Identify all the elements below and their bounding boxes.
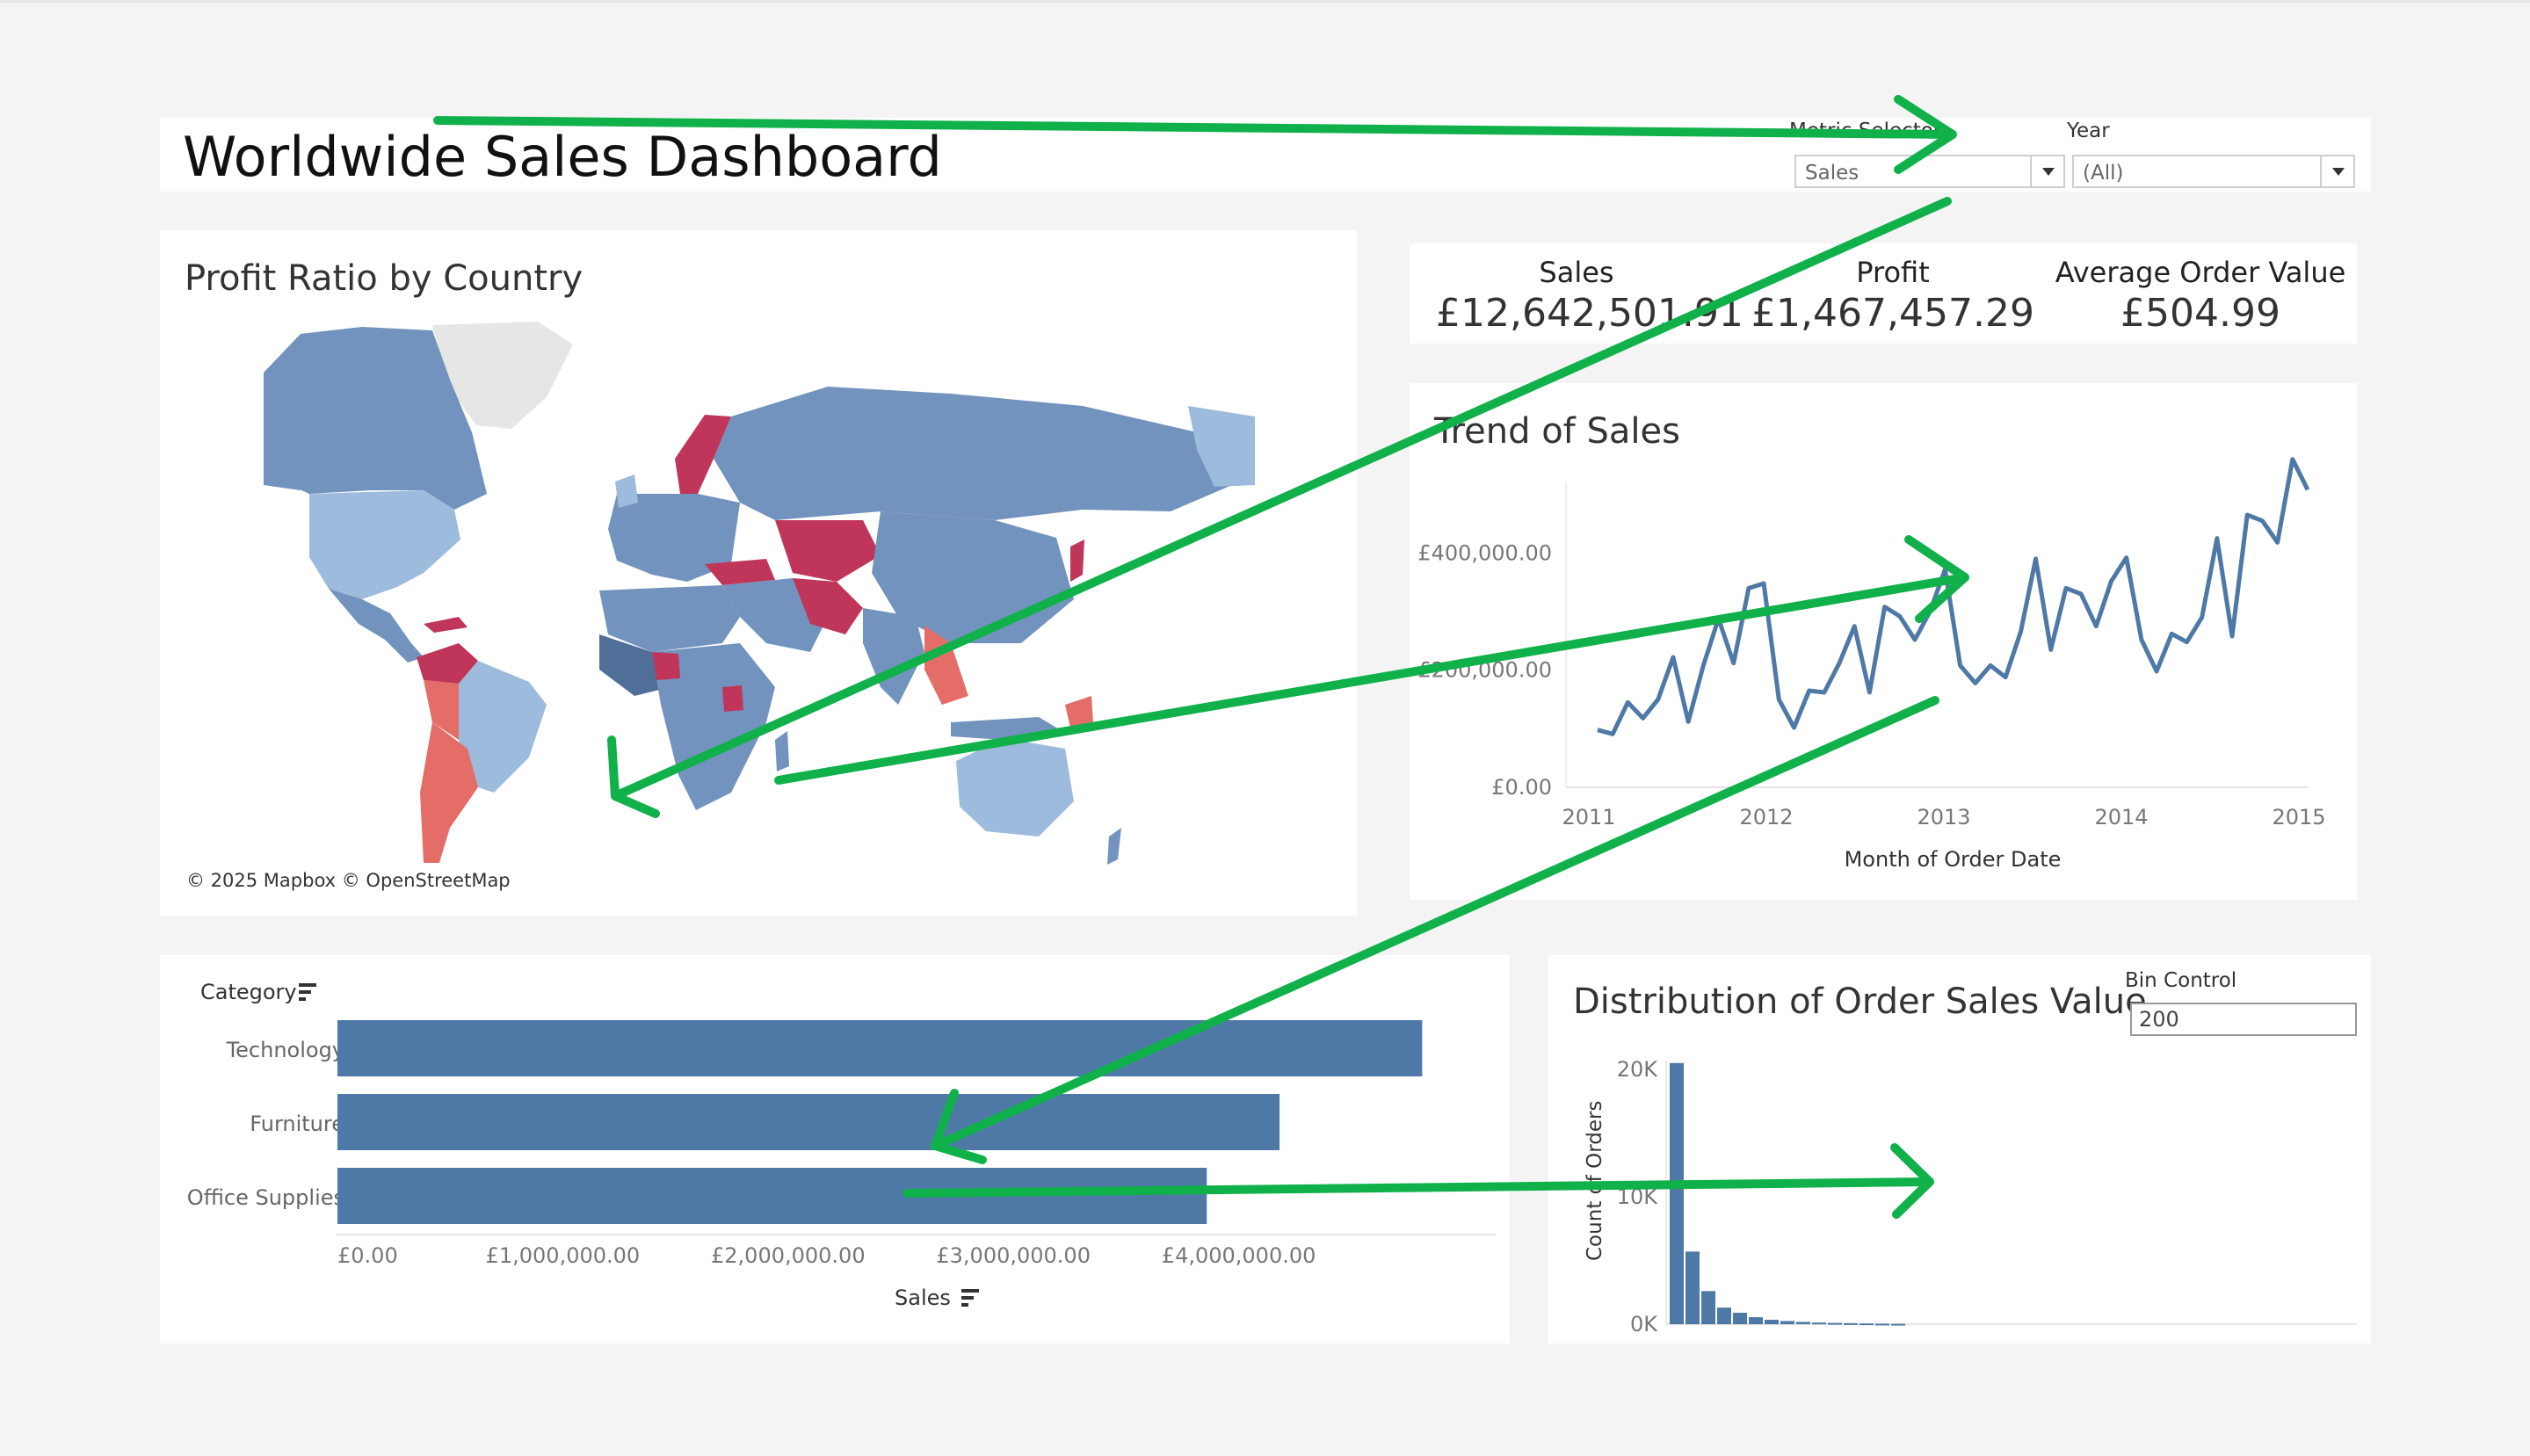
x-tick-label: 2015: [2272, 805, 2325, 829]
category-axis-title: Category: [200, 980, 297, 1004]
map-region-uk: [615, 474, 638, 508]
sort-icon: [961, 1289, 979, 1307]
histogram-bar: [1812, 1322, 1826, 1325]
top-border: [0, 0, 2530, 3]
kpi-label: Average Order Value: [2055, 256, 2346, 289]
kpi-label: Profit: [1856, 256, 1930, 289]
distribution-panel: Distribution of Order Sales Value Bin Co…: [1548, 955, 2371, 1344]
histogram-bar: [1749, 1317, 1763, 1324]
map-region-caribbean: [424, 617, 468, 633]
category-bar: [337, 1020, 1423, 1076]
kpi-panel: Sales £12,642,501.91 Profit £1,467,457.2…: [1410, 243, 2357, 344]
kpi-value: £504.99: [2120, 291, 2280, 336]
year-filter-value: (All): [2083, 162, 2124, 185]
histogram-bar: [1717, 1308, 1731, 1324]
kpi-profit: Profit £1,467,457.29: [1748, 256, 2038, 336]
map-region-kazakhstan: [775, 520, 881, 582]
histogram-bar: [1685, 1251, 1700, 1324]
map-region-india: [863, 608, 924, 705]
x-tick-label: 2012: [1739, 805, 1793, 829]
metric-selector-value: Sales: [1805, 162, 1859, 185]
category-bar: [337, 1168, 1207, 1224]
map-region-nigeria: [652, 652, 680, 680]
kpi-value: £1,467,457.29: [1751, 291, 2034, 336]
map-credit: © 2025 Mapbox © OpenStreetMap: [186, 870, 511, 891]
histogram-bar: [1765, 1319, 1779, 1324]
map-region-tanzania: [722, 685, 743, 712]
year-filter-label: Year: [2067, 120, 2110, 142]
map-region-madagascar: [775, 731, 789, 771]
kpi-sales: Sales £12,642,501.91: [1436, 256, 1743, 336]
sort-icon: [299, 983, 316, 1001]
order-sales-histogram[interactable]: 0K 10K 20K Count of Orders: [1548, 955, 2371, 1344]
x-tick-label: £4,000,000.00: [1162, 1243, 1316, 1268]
y-axis-title: Count of Orders: [1584, 1101, 1606, 1261]
kpi-label: Sales: [1539, 256, 1614, 289]
metric-selector-label: Metric Selector: [1789, 120, 1942, 142]
map-region-japan: [1070, 540, 1084, 582]
histogram-bar: [1828, 1322, 1842, 1325]
world-map[interactable]: [160, 230, 1357, 916]
y-tick-label: 0K: [1630, 1312, 1658, 1336]
histogram-bar: [1891, 1323, 1905, 1326]
category-label: Technology: [226, 1038, 344, 1062]
y-tick-label: £400,000.00: [1417, 540, 1552, 565]
histogram-bar: [1844, 1322, 1858, 1325]
map-region-new-zealand: [1107, 828, 1121, 865]
metric-selector-dropdown[interactable]: Sales: [1794, 155, 2065, 188]
chevron-down-icon[interactable]: [2320, 156, 2353, 186]
category-bar: [337, 1094, 1280, 1150]
map-region-russia: [714, 387, 1232, 520]
category-label: Furniture: [250, 1112, 344, 1136]
y-tick-label: £200,000.00: [1417, 658, 1552, 683]
x-axis-title: Sales: [895, 1286, 951, 1310]
x-tick-label: £2,000,000.00: [711, 1243, 866, 1268]
category-label: Office Supplies: [187, 1185, 344, 1210]
map-region-philippines: [1065, 696, 1093, 728]
map-region-indonesia: [951, 717, 1065, 740]
category-bar-chart[interactable]: Category Technology Furniture Office Suppli…: [160, 955, 1510, 1344]
x-axis-title: Month of Order Date: [1845, 847, 2062, 872]
kpi-average-order-value: Average Order Value £504.99: [2051, 256, 2350, 336]
map-region-usa: [309, 490, 460, 599]
histogram-bar: [1796, 1322, 1810, 1324]
kpi-value: £12,642,501.91: [1436, 291, 1743, 336]
map-region-mexico: [329, 589, 424, 663]
sales-by-category-panel: Category Technology Furniture Office Suppli…: [160, 955, 1510, 1344]
trend-of-sales-panel: Trend of Sales £0.00 £200,000.00 £400,000.…: [1410, 383, 2357, 900]
map-region-australia: [956, 738, 1074, 837]
x-tick-label: £1,000,000.00: [486, 1243, 641, 1268]
profit-ratio-map-panel: Profit Ratio by Country © 2025 Mapbox © …: [160, 230, 1357, 916]
x-tick-label: 2011: [1562, 805, 1615, 829]
y-tick-label: 20K: [1617, 1057, 1659, 1082]
y-tick-label: £0.00: [1491, 775, 1552, 800]
x-tick-label: 2013: [1917, 805, 1970, 829]
dashboard-title: Worldwide Sales Dashboard: [183, 125, 942, 189]
sales-trend-line: [1597, 457, 2310, 736]
x-tick-label: £0.00: [337, 1243, 398, 1268]
x-tick-label: 2014: [2094, 805, 2148, 829]
histogram-bar: [1670, 1062, 1684, 1324]
x-tick-label: £3,000,000.00: [936, 1243, 1091, 1268]
y-tick-label: 10K: [1617, 1184, 1659, 1209]
histogram-bar: [1875, 1323, 1889, 1326]
histogram-bar: [1859, 1323, 1874, 1326]
trend-line-chart[interactable]: £0.00 £200,000.00 £400,000.00 2011 2012 2013 2…: [1410, 383, 2357, 900]
histogram-bar: [1733, 1312, 1747, 1324]
histogram-bar: [1701, 1291, 1715, 1324]
year-filter-dropdown[interactable]: (All): [2072, 155, 2355, 188]
histogram-bar: [1780, 1321, 1794, 1324]
chevron-down-icon[interactable]: [2030, 156, 2063, 186]
dashboard-header: Worldwide Sales Dashboard Metric Selecto…: [160, 118, 2371, 192]
